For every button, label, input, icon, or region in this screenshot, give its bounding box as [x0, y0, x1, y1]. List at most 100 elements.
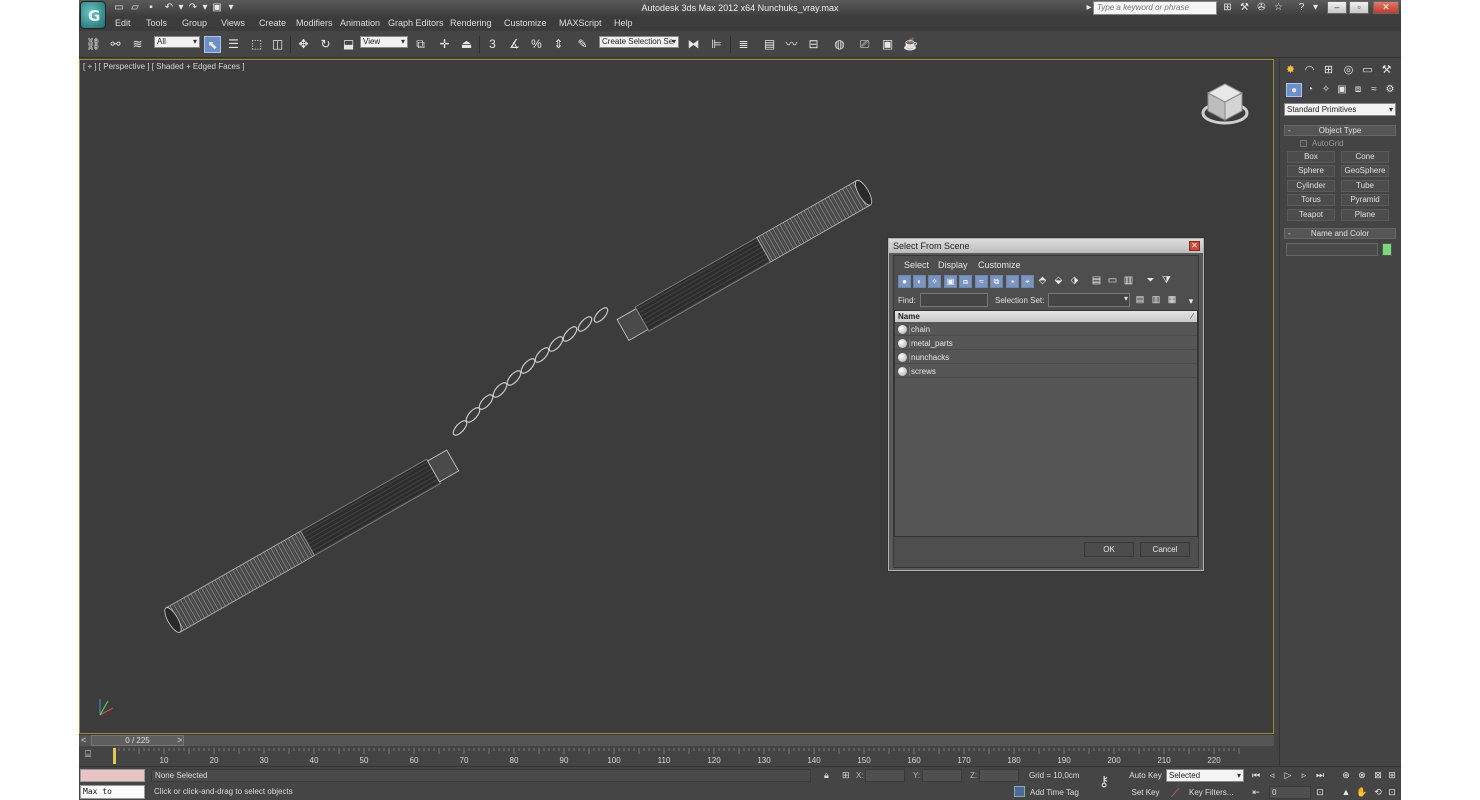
- display-xrefs-icon[interactable]: ▪: [1006, 275, 1019, 288]
- redo-dropdown-icon[interactable]: ▾: [199, 2, 211, 14]
- filter-options-icon[interactable]: ⧩: [1160, 275, 1173, 288]
- application-menu-icon[interactable]: [80, 1, 106, 29]
- name-column-header[interactable]: Name ⁄: [895, 311, 1197, 322]
- display-shapes-icon[interactable]: ◐: [913, 275, 926, 288]
- ok-button[interactable]: OK: [1084, 542, 1134, 557]
- object-type-rollout[interactable]: Object Type: [1284, 125, 1396, 136]
- orbit-icon[interactable]: ⟲: [1371, 786, 1385, 799]
- tools-icon[interactable]: ⚒: [1238, 2, 1251, 14]
- lights-icon[interactable]: ✧: [1318, 83, 1334, 97]
- pyramid-button[interactable]: Pyramid: [1341, 194, 1389, 206]
- create-tab-icon[interactable]: ✸: [1282, 62, 1299, 78]
- menu-group[interactable]: Group: [182, 18, 207, 28]
- display-helpers-icon[interactable]: ⧈: [959, 275, 972, 288]
- list-item[interactable]: nunchacks: [895, 351, 1197, 364]
- remove-selection-set-icon[interactable]: ▥: [1150, 294, 1162, 306]
- go-to-end-icon[interactable]: ⏭: [1313, 769, 1327, 782]
- new-file-icon[interactable]: ▭: [113, 2, 125, 14]
- scene-object-list[interactable]: Name ⁄ chain metal_parts nunchacks screw…: [894, 310, 1198, 537]
- add-time-tag[interactable]: Add Time Tag: [1030, 788, 1079, 797]
- cylinder-button[interactable]: Cylinder: [1287, 180, 1335, 192]
- redo-icon[interactable]: ↷: [187, 2, 199, 14]
- add-time-tag-icon[interactable]: [1014, 786, 1025, 797]
- key-mode-toggle-icon[interactable]: ⇤: [1249, 786, 1263, 799]
- maxscript-listener-field[interactable]: Max to Physc:: [80, 785, 145, 800]
- plane-button[interactable]: Plane: [1341, 209, 1389, 221]
- object-name-field[interactable]: [1286, 243, 1378, 256]
- field-of-view-icon[interactable]: ▲: [1339, 786, 1353, 799]
- key-mode-dropdown[interactable]: Selected: [1166, 769, 1244, 782]
- menu-maxscript[interactable]: MAXScript: [559, 18, 602, 28]
- selection-filter-dropdown[interactable]: All: [154, 36, 200, 48]
- render-setup-icon[interactable]: ⎚: [856, 36, 873, 53]
- link-icon[interactable]: ⛓: [85, 36, 102, 53]
- list-item[interactable]: metal_parts: [895, 337, 1197, 350]
- scale-icon[interactable]: ⬓: [340, 36, 357, 53]
- shapes-icon[interactable]: ◔: [1302, 83, 1318, 97]
- hierarchy-tab-icon[interactable]: ⊞: [1320, 62, 1337, 78]
- time-configuration-icon[interactable]: ⊡: [1313, 786, 1327, 799]
- space-warps-icon[interactable]: ≈: [1366, 83, 1382, 97]
- pivot-center-icon[interactable]: ⧉: [412, 36, 429, 53]
- display-cameras-icon[interactable]: ▣: [944, 275, 957, 288]
- frame-ruler[interactable]: 10 20 30 40 50 60 70 80 90 100 110 120 130 140 150 160 1…: [111, 748, 1241, 765]
- invert-display-icon[interactable]: ⬗: [1068, 275, 1081, 288]
- select-none-icon[interactable]: ▭: [1106, 275, 1119, 288]
- move-icon[interactable]: ✥: [295, 36, 312, 53]
- zoom-icon[interactable]: ⊕: [1339, 769, 1353, 782]
- filter-icon[interactable]: ⏷: [1144, 275, 1157, 288]
- mirror-icon[interactable]: ⧓: [685, 36, 702, 53]
- dialog-close-button[interactable]: ✕: [1189, 241, 1200, 251]
- project-folder-icon[interactable]: ▣: [211, 2, 223, 14]
- zoom-all-icon[interactable]: ⊗: [1355, 769, 1369, 782]
- go-to-start-icon[interactable]: ⏮: [1249, 769, 1263, 782]
- named-selection-sets-dropdown[interactable]: Create Selection Se: [599, 36, 679, 48]
- snaps-toggle-icon[interactable]: 3: [484, 36, 501, 53]
- select-all-icon[interactable]: ▤: [1090, 275, 1103, 288]
- menu-modifiers[interactable]: Modifiers: [296, 18, 333, 28]
- display-none-icon[interactable]: ⬙: [1052, 275, 1065, 288]
- selection-set-dropdown[interactable]: [1048, 293, 1130, 307]
- render-production-icon[interactable]: ☕: [902, 36, 919, 53]
- create-selection-set-icon[interactable]: ▤: [1134, 294, 1146, 306]
- keyboard-shortcut-icon[interactable]: ⏏: [458, 36, 475, 53]
- lock-selection-icon[interactable]: 🔒︎: [824, 770, 829, 781]
- schematic-view-icon[interactable]: ⊟: [805, 36, 822, 53]
- menu-views[interactable]: Views: [221, 18, 245, 28]
- menu-edit[interactable]: Edit: [115, 18, 131, 28]
- geometry-icon[interactable]: ●: [1286, 83, 1302, 97]
- graphite-tools-icon[interactable]: ▤: [761, 36, 778, 53]
- select-by-name-icon[interactable]: ☰: [225, 36, 242, 53]
- undo-dropdown-icon[interactable]: ▾: [175, 2, 187, 14]
- edit-named-selections-icon[interactable]: ✎: [574, 36, 591, 53]
- utilities-tab-icon[interactable]: ⚒: [1378, 62, 1395, 78]
- object-color-swatch[interactable]: [1382, 243, 1392, 256]
- bind-space-warp-icon[interactable]: ≋: [129, 36, 146, 53]
- current-frame-marker[interactable]: [113, 748, 116, 764]
- material-editor-icon[interactable]: ◍: [831, 36, 848, 53]
- maxscript-mini-listener[interactable]: [80, 769, 145, 782]
- display-lights-icon[interactable]: ✧: [928, 275, 941, 288]
- layer-manager-icon[interactable]: ≣: [735, 36, 752, 53]
- dialog-menu-select[interactable]: Select: [904, 260, 929, 270]
- absolute-mode-icon[interactable]: ⊞: [842, 770, 850, 781]
- name-and-color-rollout[interactable]: Name and Color: [1284, 228, 1396, 239]
- percent-snap-icon[interactable]: %: [528, 36, 545, 53]
- display-bones-icon[interactable]: ⌖: [1021, 275, 1034, 288]
- pan-view-icon[interactable]: ✋: [1355, 786, 1369, 799]
- rotate-icon[interactable]: ↻: [317, 36, 334, 53]
- list-item[interactable]: chain: [895, 323, 1197, 336]
- rendered-frame-window-icon[interactable]: ▣: [879, 36, 896, 53]
- play-icon[interactable]: ▷: [1281, 769, 1295, 782]
- help-dropdown-icon[interactable]: ▾: [1309, 2, 1322, 14]
- display-geometry-icon[interactable]: ●: [898, 275, 911, 288]
- primitive-category-dropdown[interactable]: Standard Primitives: [1284, 103, 1396, 116]
- cone-button[interactable]: Cone: [1341, 151, 1389, 163]
- binoculars-icon[interactable]: ⊞: [1221, 2, 1234, 14]
- save-file-icon[interactable]: ▪: [145, 2, 157, 14]
- quick-access-dropdown-icon[interactable]: ▾: [225, 2, 237, 14]
- display-groups-icon[interactable]: ⧉: [990, 275, 1003, 288]
- display-all-icon[interactable]: ⬘: [1036, 275, 1049, 288]
- cameras-icon[interactable]: ▣: [1334, 83, 1350, 97]
- cancel-button[interactable]: Cancel: [1140, 542, 1190, 557]
